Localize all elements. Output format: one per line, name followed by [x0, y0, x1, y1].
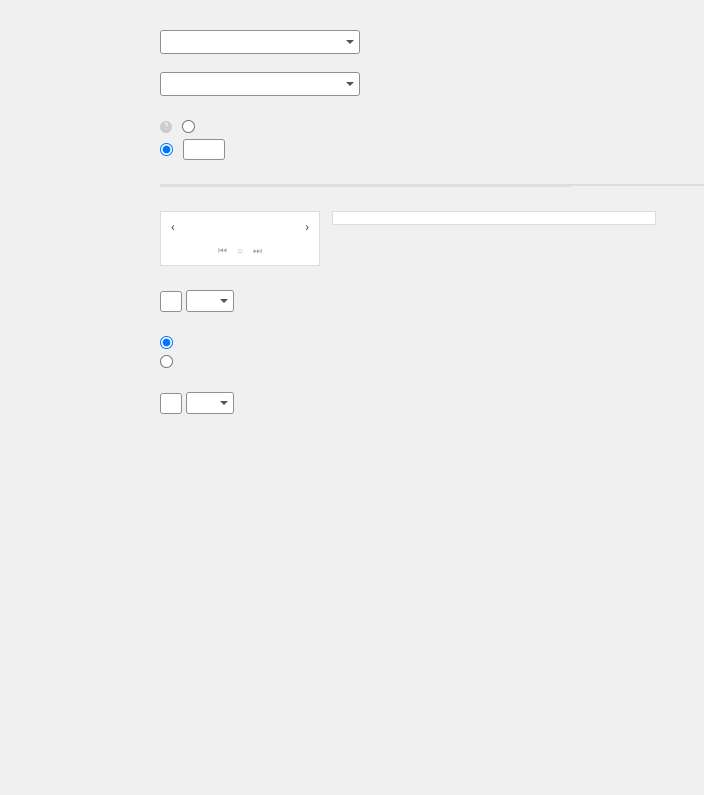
holiday-tags [332, 211, 656, 225]
calendar: ‹ › ⏮ ○ ⏭ [160, 211, 320, 266]
calc-calendar-radio[interactable] [160, 355, 173, 368]
lead-input[interactable] [160, 291, 182, 312]
hours-label [10, 184, 160, 188]
calc-label [10, 336, 160, 340]
cal-first-icon[interactable]: ⏮ [218, 246, 227, 257]
cal-prev-icon[interactable]: ‹ [167, 220, 179, 234]
deadline-input[interactable] [160, 393, 182, 414]
limits-count-input[interactable] [183, 139, 225, 160]
calc-open-radio[interactable] [160, 336, 173, 349]
lead-label [10, 290, 160, 294]
deadline-label [10, 392, 160, 396]
duration-select[interactable] [160, 72, 360, 96]
deadline-unit-select[interactable] [186, 392, 234, 414]
holidays-label [10, 211, 160, 215]
duration-label [10, 72, 160, 76]
cal-last-icon[interactable]: ⏭ [253, 246, 262, 257]
lead-unit-select[interactable] [186, 290, 234, 312]
limits-unlimited-radio[interactable] [182, 120, 195, 133]
mode-select[interactable] [160, 30, 360, 54]
cal-next-icon[interactable]: › [301, 220, 313, 234]
mode-label [10, 30, 160, 34]
limits-label [10, 120, 160, 124]
limits-limited-radio[interactable] [160, 143, 173, 156]
cal-today-icon[interactable]: ○ [237, 246, 243, 257]
help-icon[interactable]: ? [160, 121, 172, 133]
